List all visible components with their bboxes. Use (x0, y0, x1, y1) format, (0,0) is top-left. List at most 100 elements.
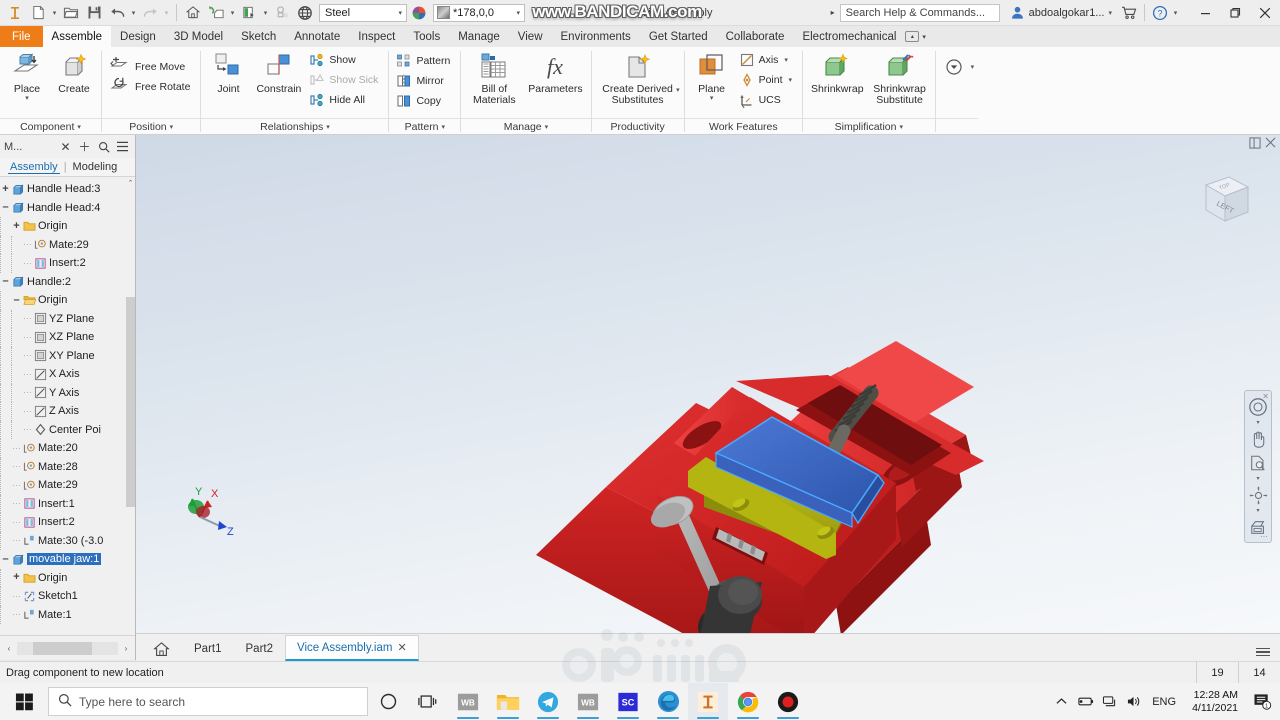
tree-item[interactable]: – Handle:2 (0, 273, 135, 292)
taskbar-search-input[interactable]: Type here to search (48, 687, 368, 716)
ribbon-collapse-toggle[interactable]: ▴ ▾ (905, 26, 936, 47)
horizontal-scrollbar[interactable] (17, 641, 118, 655)
tree-item[interactable]: + Handle Head:3 (0, 180, 135, 199)
volume-icon[interactable] (1122, 683, 1144, 720)
work-point-button[interactable]: Point ▾ (736, 70, 798, 90)
tree-expander-toggle[interactable]: + (11, 572, 22, 583)
panel-title-relationships[interactable]: Relationships ▾ (201, 118, 389, 135)
work-axis-button[interactable]: Axis ▾ (736, 50, 798, 70)
tree-item[interactable]: ⋯ X Axis (0, 365, 135, 384)
ribbon-tab-3d-model[interactable]: 3D Model (165, 26, 232, 47)
panel-title-position[interactable]: Position ▾ (102, 118, 201, 135)
tree-item[interactable]: ⋯ XZ Plane (0, 328, 135, 347)
axis-caret-icon[interactable]: ▾ (784, 56, 788, 64)
ribbon-tab-get-started[interactable]: Get Started (640, 26, 717, 47)
constrain-button[interactable]: Constrain (252, 49, 305, 97)
document-tab-part1[interactable]: Part1 (182, 635, 234, 661)
tree-item[interactable]: ⋯ Mate:1 (0, 605, 135, 624)
tree-item[interactable]: ⋯ Insert:1 (0, 494, 135, 513)
tree-item[interactable]: ⋯ Mate:29 (0, 476, 135, 495)
scroll-up-icon[interactable]: ⌃ (126, 177, 135, 188)
new-file-caret-icon[interactable]: ▾ (50, 2, 59, 24)
vice-assembly-model[interactable] (136, 135, 1280, 633)
tree-item[interactable]: ⋯ Y Axis (0, 383, 135, 402)
ribbon-tab-sketch[interactable]: Sketch (232, 26, 285, 47)
undo-button[interactable] (106, 2, 128, 24)
tree-expander-toggle[interactable]: + (11, 220, 22, 232)
tree-expander-toggle[interactable]: – (0, 276, 11, 287)
tree-vertical-scrollbar[interactable]: ⌃ (126, 177, 135, 635)
panel-title-productivity[interactable]: Productivity (591, 118, 684, 135)
pattern-button[interactable]: Pattern (393, 51, 456, 71)
microsoft-edge-icon[interactable] (648, 683, 688, 720)
scrollbar-thumb[interactable] (126, 297, 135, 507)
point-caret-icon[interactable]: ▾ (789, 76, 793, 84)
show-relationships-button[interactable]: Show (306, 50, 384, 70)
material-selector[interactable]: Steel ▾ (319, 3, 407, 22)
appearance-override-button[interactable] (205, 2, 227, 24)
wb-app-icon[interactable]: WB (448, 683, 488, 720)
mirror-button[interactable]: Mirror (393, 71, 456, 91)
home-tab[interactable] (140, 635, 182, 661)
convert-caret-icon[interactable]: ▾ (971, 49, 975, 71)
tree-item[interactable]: ⋯ Z Axis (0, 402, 135, 421)
account-area[interactable]: abdoalgokar1... ▾ (1010, 5, 1112, 20)
plane-caret-icon[interactable]: ▾ (710, 95, 714, 102)
tree-item-selected[interactable]: – movable jaw:1 (0, 550, 135, 569)
appearance-color-wheel-icon[interactable] (408, 2, 430, 24)
help-caret-icon[interactable]: ▾ (1171, 2, 1180, 24)
ribbon-tab-electromechanical[interactable]: Electromechanical (793, 26, 905, 47)
tree-item[interactable]: ⋯ Insert:2 (0, 254, 135, 273)
action-center-icon[interactable]: 1 (1248, 683, 1276, 720)
appearance-selector[interactable]: *178,0,0 ▾ (433, 3, 525, 22)
panel-title-simplification[interactable]: Simplification ▾ (803, 118, 935, 135)
google-chrome-icon[interactable] (728, 683, 768, 720)
restore-button[interactable] (1220, 0, 1250, 26)
scrollbar-thumb[interactable] (33, 641, 92, 655)
convert-dropdown-button[interactable] (940, 49, 970, 81)
search-icon[interactable] (95, 138, 112, 155)
tree-expander-toggle[interactable]: + (0, 183, 11, 195)
ribbon-tab-manage[interactable]: Manage (449, 26, 509, 47)
open-file-button[interactable] (60, 2, 82, 24)
tree-item[interactable]: ⋯ Insert:2 (0, 513, 135, 532)
tree-item[interactable]: + Origin (0, 568, 135, 587)
sc-app-icon[interactable]: SC (608, 683, 648, 720)
material-caret-icon[interactable]: ▾ (261, 2, 270, 24)
menu-icon[interactable] (114, 138, 131, 155)
ribbon-tab-tools[interactable]: Tools (404, 26, 449, 47)
ribbon-tab-environments[interactable]: Environments (552, 26, 640, 47)
home-view-button[interactable] (182, 2, 204, 24)
ribbon-tab-assemble[interactable]: Assemble (42, 26, 112, 47)
search-expand-icon[interactable]: ▸ (829, 8, 837, 17)
tree-item[interactable]: – Origin (0, 291, 135, 310)
tree-item[interactable]: – Handle Head:4 (0, 199, 135, 218)
close-icon[interactable]: ✕ (57, 138, 74, 155)
hamburger-menu-icon[interactable] (1256, 643, 1274, 661)
tree-expander-toggle[interactable]: – (11, 294, 22, 306)
ribbon-tab-collaborate[interactable]: Collaborate (717, 26, 794, 47)
ribbon-tab-inspect[interactable]: Inspect (349, 26, 404, 47)
scroll-left-icon[interactable]: ‹ (3, 642, 15, 655)
language-indicator[interactable]: ENG (1146, 696, 1182, 708)
browser-tab-assembly[interactable]: Assembly (8, 161, 60, 174)
telegram-icon[interactable] (528, 683, 568, 720)
3d-viewport[interactable]: LEFT TOP ✕ ▾ ▾ ▾ ⋯ Y X Z (136, 135, 1280, 633)
task-view-icon[interactable] (408, 683, 448, 720)
place-component-button[interactable]: Place ▾ (4, 49, 50, 104)
tree-item[interactable]: ⋯ Mate:20 (0, 439, 135, 458)
redo-button[interactable] (139, 2, 161, 24)
ribbon-tab-design[interactable]: Design (111, 26, 165, 47)
tree-item[interactable]: ⋯ Mate:29 (0, 235, 135, 254)
bandicam-icon[interactable] (768, 683, 808, 720)
show-hidden-icons-icon[interactable] (1050, 683, 1072, 720)
cortana-circle-icon[interactable] (368, 683, 408, 720)
shrinkwrap-button[interactable]: Shrinkwrap (807, 49, 868, 97)
derived-caret-icon[interactable]: ▾ (676, 87, 680, 94)
panel-title-manage[interactable]: Manage ▾ (461, 118, 591, 135)
tree-item[interactable]: ⋯ Mate:28 (0, 457, 135, 476)
account-caret-icon[interactable]: ▾ (1108, 9, 1112, 17)
place-caret-icon[interactable]: ▾ (25, 95, 29, 102)
create-component-button[interactable]: Create (51, 49, 97, 97)
undo-caret-icon[interactable]: ▾ (129, 2, 138, 24)
